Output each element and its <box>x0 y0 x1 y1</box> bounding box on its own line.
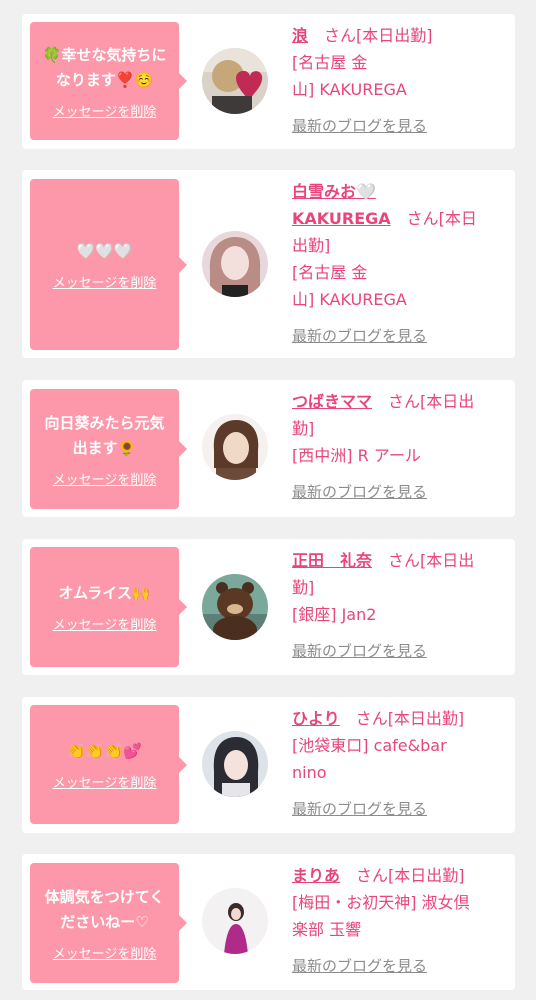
shop-name: [名古屋 金 山] KAKUREGA <box>292 263 407 309</box>
avatar[interactable] <box>202 731 268 797</box>
message-text: 向日葵みたら元気 出ます🌻 <box>44 413 165 457</box>
sender-status: さん[本日出勤] <box>340 866 465 885</box>
latest-blog-link[interactable]: 最新のブログを見る <box>292 323 427 350</box>
delete-message-link[interactable]: メッセージを削除 <box>53 469 157 488</box>
message-card: 🤍🤍🤍 メッセージを削除 白雪みお🤍 KAKUREGA さん[本日 出勤] [名… <box>22 170 515 358</box>
message-list: 🍀幸せな気持ちに なります❣️☺️ メッセージを削除 浪 さん[本日出勤] [名… <box>0 0 536 1000</box>
message-text: 🍀幸せな気持ちに なります❣️☺️ <box>42 45 167 89</box>
latest-blog-link[interactable]: 最新のブログを見る <box>292 638 427 665</box>
sender-name-link[interactable]: 白雪みお🤍 KAKUREGA <box>292 182 391 228</box>
sender-info: 浪 さん[本日出勤] [名古屋 金 山] KAKUREGA 最新のブログを見る <box>292 22 504 140</box>
message-bubble: オムライス🙌 メッセージを削除 <box>30 547 187 667</box>
message-bubble: 体調気をつけてく ださいねー♡ メッセージを削除 <box>30 863 187 983</box>
message-card: 向日葵みたら元気 出ます🌻 メッセージを削除 つばきママ さん[本日出 勤] [… <box>22 380 515 517</box>
message-card: 🍀幸せな気持ちに なります❣️☺️ メッセージを削除 浪 さん[本日出勤] [名… <box>22 14 515 149</box>
delete-message-link[interactable]: メッセージを削除 <box>53 943 157 962</box>
message-text: 🤍🤍🤍 <box>76 241 133 260</box>
sender-info: ひより さん[本日出勤] [池袋東口] cafe&bar nino 最新のブログ… <box>292 705 504 823</box>
shop-name: [銀座] Jan2 <box>292 605 377 624</box>
sender-header: 白雪みお🤍 KAKUREGA さん[本日 出勤] <box>292 178 504 259</box>
message-bubble: 🤍🤍🤍 メッセージを削除 <box>30 179 187 350</box>
message-card: 体調気をつけてく ださいねー♡ メッセージを削除 まりあ さん[本日出勤] [梅… <box>22 854 515 990</box>
message-bubble: 👏👏👏💕 メッセージを削除 <box>30 705 187 824</box>
latest-blog-link[interactable]: 最新のブログを見る <box>292 113 427 140</box>
sender-header: つばきママ さん[本日出 勤] <box>292 388 504 442</box>
sender-info: 正田 礼奈 さん[本日出 勤] [銀座] Jan2 最新のブログを見る <box>292 547 504 665</box>
latest-blog-link[interactable]: 最新のブログを見る <box>292 796 427 823</box>
sender-name-link[interactable]: つばきママ <box>292 392 372 411</box>
delete-message-link[interactable]: メッセージを削除 <box>53 614 157 633</box>
latest-blog-link[interactable]: 最新のブログを見る <box>292 953 427 980</box>
message-bubble: 向日葵みたら元気 出ます🌻 メッセージを削除 <box>30 389 187 509</box>
sender-status: さん[本日出勤] <box>308 26 433 45</box>
sender-info: まりあ さん[本日出勤] [梅田・お初天神] 淑女倶 楽部 玉響 最新のブログを… <box>292 862 504 980</box>
shop-name: [梅田・お初天神] 淑女倶 楽部 玉響 <box>292 893 470 939</box>
avatar[interactable] <box>202 888 268 954</box>
sender-header: まりあ さん[本日出勤] <box>292 862 504 889</box>
delete-message-link[interactable]: メッセージを削除 <box>53 772 157 791</box>
avatar[interactable] <box>202 414 268 480</box>
message-text: 👏👏👏💕 <box>67 741 142 760</box>
sender-info: 白雪みお🤍 KAKUREGA さん[本日 出勤] [名古屋 金 山] KAKUR… <box>292 178 504 350</box>
sender-header: ひより さん[本日出勤] <box>292 705 504 732</box>
delete-message-link[interactable]: メッセージを削除 <box>53 101 157 120</box>
sender-name-link[interactable]: まりあ <box>292 866 340 885</box>
sender-header: 正田 礼奈 さん[本日出 勤] <box>292 547 504 601</box>
shop-name: [池袋東口] cafe&bar nino <box>292 736 447 782</box>
sender-name-link[interactable]: 正田 礼奈 <box>292 551 372 570</box>
message-text: 体調気をつけてく ださいねー♡ <box>44 887 165 931</box>
sender-header: 浪 さん[本日出勤] <box>292 22 504 49</box>
message-text: オムライス🙌 <box>58 584 151 602</box>
sender-name-link[interactable]: 浪 <box>292 26 308 45</box>
sender-status: さん[本日出勤] <box>339 709 465 728</box>
shop-name: [西中洲] R アール <box>292 446 421 465</box>
avatar[interactable] <box>202 48 268 114</box>
message-card: 👏👏👏💕 メッセージを削除 ひより さん[本日出勤] [池袋東口] cafe&b… <box>22 697 515 833</box>
latest-blog-link[interactable]: 最新のブログを見る <box>292 479 427 506</box>
sender-info: つばきママ さん[本日出 勤] [西中洲] R アール 最新のブログを見る <box>292 388 504 506</box>
sender-name-link[interactable]: ひより <box>292 709 340 728</box>
message-bubble: 🍀幸せな気持ちに なります❣️☺️ メッセージを削除 <box>30 22 187 140</box>
message-card: オムライス🙌 メッセージを削除 正田 礼奈 さん[本日出 勤] [銀座] Jan… <box>22 539 515 675</box>
shop-name: [名古屋 金 山] KAKUREGA <box>292 53 407 99</box>
avatar[interactable] <box>202 231 268 297</box>
delete-message-link[interactable]: メッセージを削除 <box>53 272 157 291</box>
avatar[interactable] <box>202 574 268 640</box>
